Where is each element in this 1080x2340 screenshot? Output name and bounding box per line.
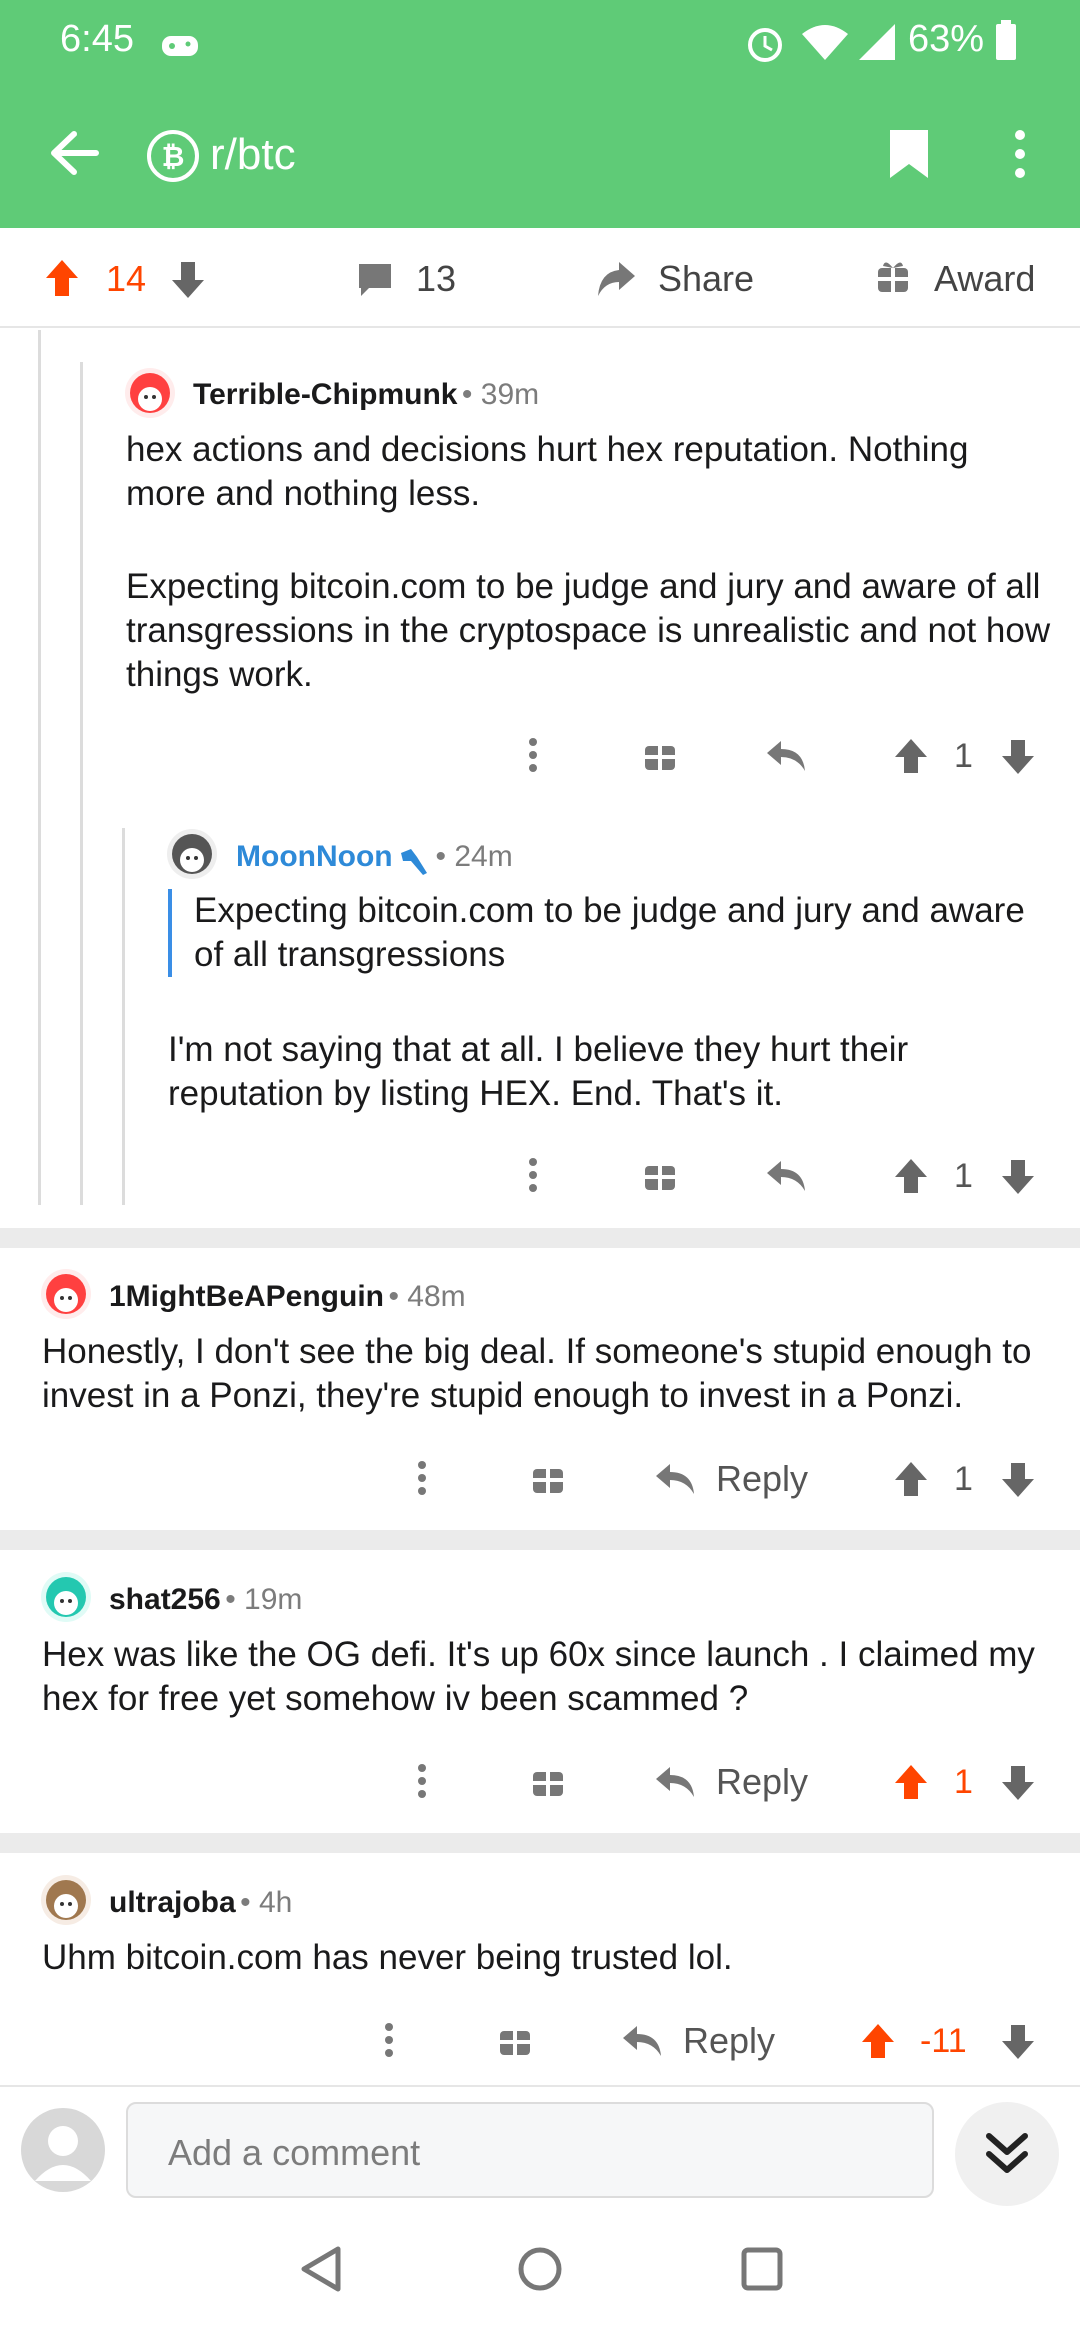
more-vertical-icon[interactable] <box>1010 128 1030 180</box>
scroll-to-next-button[interactable] <box>955 2102 1059 2206</box>
more-vertical-icon[interactable] <box>383 2022 395 2058</box>
comment-body: Hex was like the OG defi. It's up 60x si… <box>42 1635 1035 1718</box>
reply-arrow-icon[interactable] <box>765 737 807 773</box>
svg-text:₿: ₿ <box>162 141 185 172</box>
more-vertical-icon[interactable] <box>527 737 539 773</box>
award-icon[interactable] <box>531 1763 565 1799</box>
double-chevron-down-icon <box>986 2133 1028 2173</box>
reply-arrow-icon[interactable] <box>621 2022 663 2058</box>
app-header: 6:45 63% ₿ r/btc <box>0 0 1080 228</box>
comment-author[interactable]: shat256 <box>109 1583 221 1616</box>
comment-score: 1 <box>954 1157 973 1195</box>
upvote-icon[interactable] <box>893 1157 929 1195</box>
avatar[interactable] <box>40 1268 92 1320</box>
signal-icon <box>859 24 895 60</box>
battery-percent: 63% <box>908 18 985 60</box>
quoted-text: Expecting bitcoin.com to be judge and ju… <box>168 889 1038 977</box>
upvote-icon[interactable] <box>44 258 80 298</box>
comment-body: Honestly, I don't see the big deal. If s… <box>42 1332 1032 1415</box>
avatar[interactable] <box>40 1571 92 1623</box>
comment-icon[interactable] <box>355 260 395 300</box>
comment-score: -11 <box>920 2022 967 2060</box>
comment-input[interactable]: Add a comment <box>126 2102 934 2198</box>
downvote-icon[interactable] <box>1000 2023 1036 2061</box>
comment-separator <box>0 1833 1080 1853</box>
post-score: 14 <box>106 258 147 299</box>
award-icon[interactable] <box>531 1460 565 1496</box>
comment-age: 4h <box>258 1886 293 1919</box>
reply-button[interactable]: Reply <box>683 2020 775 2062</box>
more-vertical-icon[interactable] <box>416 1763 428 1799</box>
bookmark-icon[interactable] <box>888 128 930 180</box>
upvote-icon[interactable] <box>893 737 929 775</box>
reply-button[interactable]: Reply <box>716 1761 808 1803</box>
moderator-icon <box>401 848 428 875</box>
battery-icon <box>996 20 1016 60</box>
reply-arrow-icon[interactable] <box>765 1157 807 1193</box>
comment-age: 24m <box>454 840 513 873</box>
award-icon[interactable] <box>875 258 911 296</box>
downvote-icon[interactable] <box>170 260 206 300</box>
award-icon[interactable] <box>643 1157 677 1193</box>
award-label[interactable]: Award <box>934 258 1035 300</box>
status-time: 6:45 <box>60 18 134 60</box>
comment-body: Uhm bitcoin.com has never being trusted … <box>42 1938 733 1977</box>
reply-button[interactable]: Reply <box>716 1458 808 1500</box>
reply-arrow-icon[interactable] <box>654 1763 696 1799</box>
avatar[interactable] <box>40 1874 92 1926</box>
comment-score: 1 <box>954 1763 973 1801</box>
comment-age: 48m <box>407 1280 466 1313</box>
comment-composer: Add a comment <box>0 2085 1080 2340</box>
comment-score: 1 <box>954 737 973 775</box>
comment-separator <box>0 1530 1080 1550</box>
upvote-icon[interactable] <box>860 2022 896 2060</box>
downvote-icon[interactable] <box>1000 738 1036 776</box>
comment-score: 1 <box>954 1460 973 1498</box>
game-controller-icon <box>162 36 198 56</box>
share-icon[interactable] <box>595 258 637 298</box>
comment-author[interactable]: ultrajoba <box>109 1886 236 1919</box>
nav-back-icon[interactable] <box>298 2245 344 2293</box>
thread-line-level1[interactable] <box>80 362 83 1205</box>
thread-line-outer[interactable] <box>38 330 41 1205</box>
avatar[interactable] <box>124 367 176 419</box>
nav-recents-icon[interactable] <box>740 2245 784 2293</box>
reply-arrow-icon[interactable] <box>654 1460 696 1496</box>
more-vertical-icon[interactable] <box>416 1460 428 1496</box>
share-label[interactable]: Share <box>658 258 754 300</box>
comment-author[interactable]: Terrible-Chipmunk <box>193 378 457 411</box>
back-arrow-icon[interactable] <box>48 128 100 178</box>
downvote-icon[interactable] <box>1000 1158 1036 1196</box>
bitcoin-icon: ₿ <box>147 130 199 182</box>
subreddit-title[interactable]: r/btc <box>210 130 296 180</box>
downvote-icon[interactable] <box>1000 1461 1036 1499</box>
comment-author[interactable]: 1MightBeAPenguin <box>109 1280 384 1313</box>
upvote-icon[interactable] <box>893 1763 929 1801</box>
award-icon[interactable] <box>643 737 677 773</box>
award-icon[interactable] <box>498 2022 532 2058</box>
comment-body: I'm not saying that at all. I believe th… <box>168 1030 909 1113</box>
comment-author[interactable]: MoonNoon <box>236 840 393 873</box>
comment-body-paragraph: Expecting bitcoin.com to be judge and ju… <box>126 567 1051 694</box>
comment-body-paragraph: hex actions and decisions hurt hex reput… <box>126 430 969 513</box>
thread-line-level2[interactable] <box>122 828 125 1205</box>
comment-count: 13 <box>416 258 457 299</box>
comment-age: 19m <box>244 1583 303 1616</box>
alarm-icon <box>748 28 782 62</box>
nav-home-icon[interactable] <box>516 2245 564 2293</box>
post-action-bar: 14 13 Share Award <box>0 228 1080 328</box>
avatar[interactable] <box>166 828 218 880</box>
comment-age: 39m <box>480 378 540 411</box>
upvote-icon[interactable] <box>893 1460 929 1498</box>
downvote-icon[interactable] <box>1000 1764 1036 1802</box>
comment-separator <box>0 1228 1080 1248</box>
user-avatar-icon[interactable] <box>20 2107 106 2193</box>
more-vertical-icon[interactable] <box>527 1157 539 1193</box>
wifi-icon <box>802 25 848 60</box>
